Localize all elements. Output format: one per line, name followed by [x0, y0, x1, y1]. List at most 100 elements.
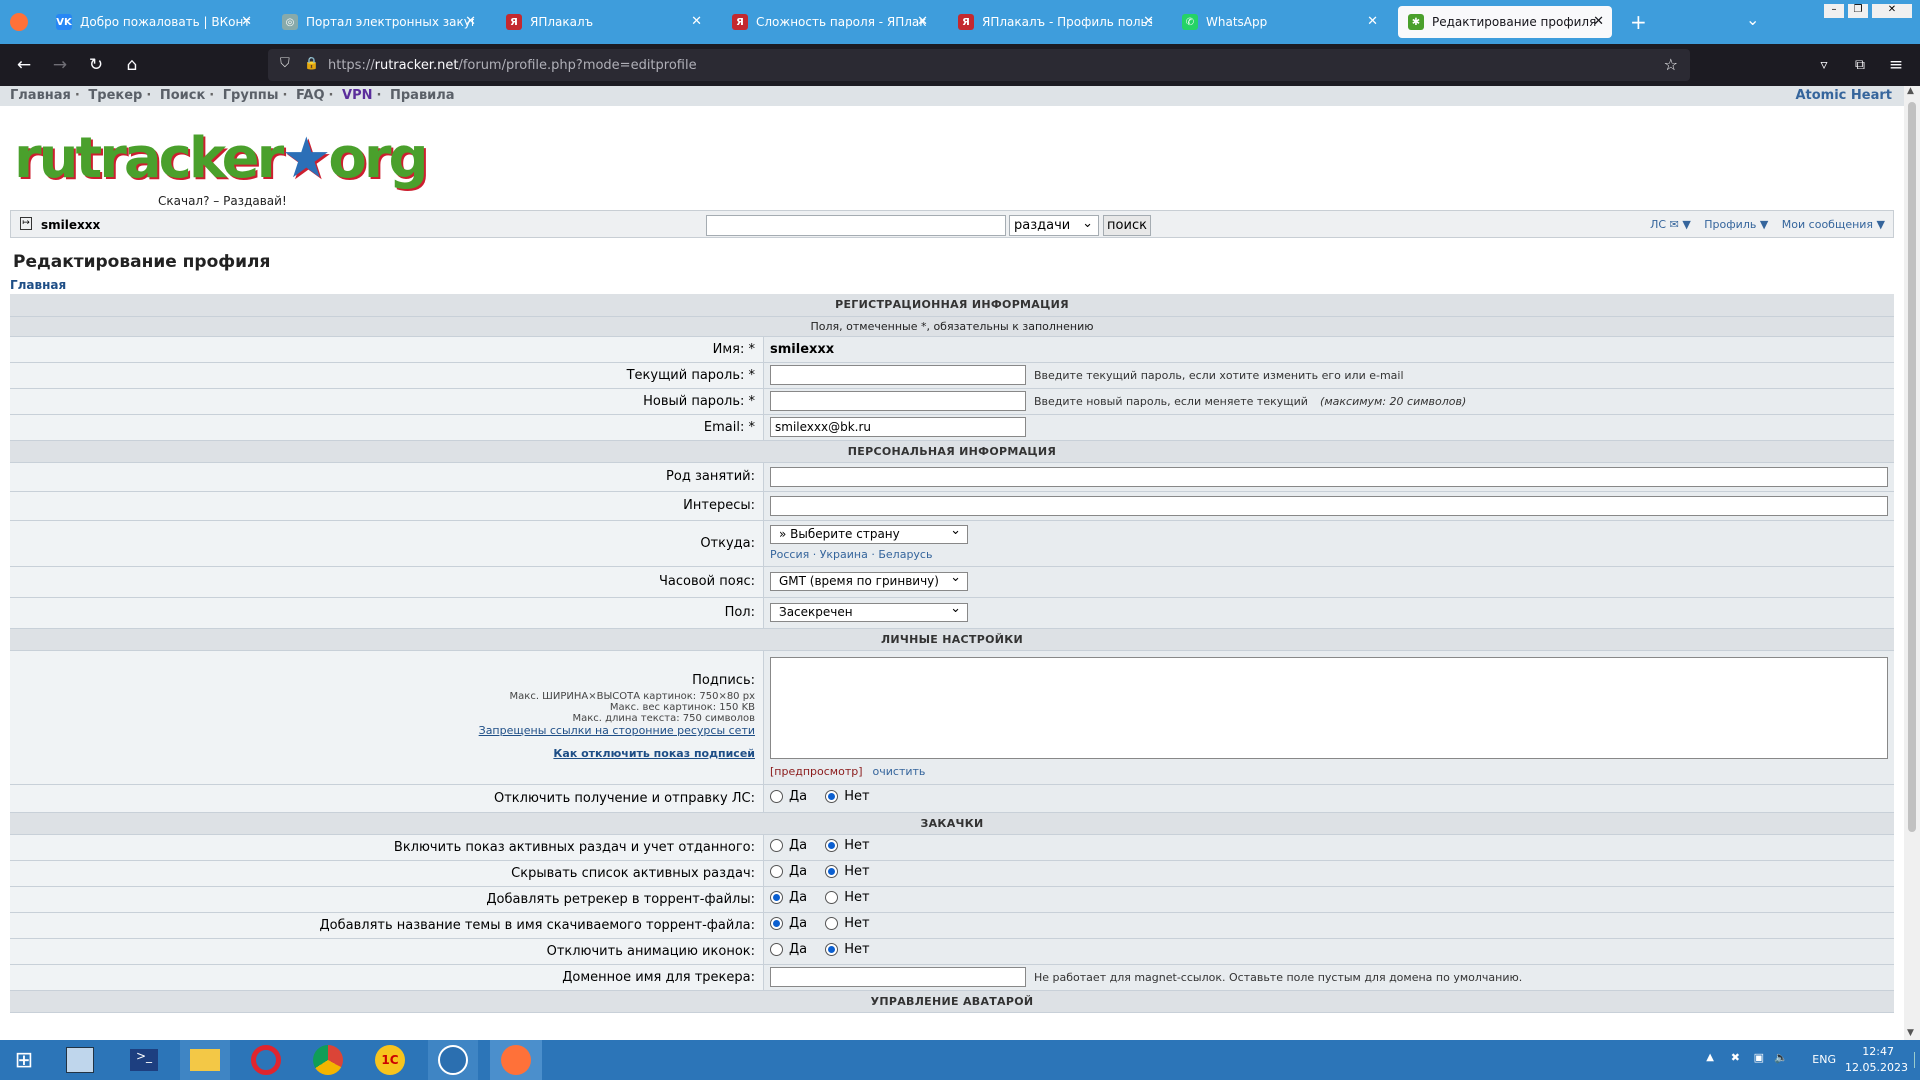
menu-vpn[interactable]: VPN [342, 88, 372, 103]
add-retracker-yes[interactable]: Да [770, 890, 807, 905]
scrollbar-thumb[interactable] [1908, 102, 1916, 832]
tray-app-icon[interactable]: ▣ [1754, 1051, 1764, 1064]
active-releases-no[interactable]: Нет [825, 838, 870, 853]
windows-start-icon[interactable]: ⊞ [0, 1040, 48, 1080]
radio-button[interactable] [825, 839, 839, 852]
pocket-icon[interactable]: ▿ [1812, 53, 1836, 77]
tab-yaplakal[interactable]: Я ЯПлакалъ ✕ [496, 6, 710, 38]
interests-field[interactable] [770, 495, 1888, 516]
tab-vk[interactable]: VKДобро пожаловать | ВКонтакт✕ [46, 6, 260, 38]
reload-icon[interactable]: ↻ [84, 53, 108, 77]
signature-clear-link[interactable]: очистить [873, 765, 926, 778]
occupation-field[interactable] [770, 466, 1888, 487]
close-icon[interactable]: ✕ [1367, 14, 1378, 29]
pm-menu-link[interactable]: ЛС ✉ ▼ [1650, 218, 1691, 231]
file-explorer-icon[interactable] [180, 1040, 230, 1080]
network-off-icon[interactable]: ✖ [1731, 1051, 1740, 1064]
menu-main[interactable]: Главная [10, 88, 71, 103]
profile-menu-link[interactable]: Профиль ▼ [1704, 218, 1768, 231]
topic-name-yes[interactable]: Да [770, 916, 807, 931]
active-releases-yes[interactable]: Да [770, 838, 807, 853]
tab-edit-profile[interactable]: ✱ Редактирование профиля ✕ [1398, 6, 1612, 38]
tab-whatsapp[interactable]: ✆ WhatsApp ✕ [1172, 6, 1386, 38]
site-logo[interactable]: rutracker★org Скачал? – Раздавай! [0, 106, 1904, 208]
gender-select[interactable]: Засекречен [770, 601, 968, 622]
messenger-icon[interactable] [428, 1040, 478, 1080]
close-icon[interactable]: ✕ [917, 14, 928, 29]
signature-rules-link[interactable]: Запрещены ссылки на сторонние ресурсы се… [16, 724, 755, 737]
hide-active-yes[interactable]: Да [770, 864, 807, 879]
radio-button[interactable] [770, 917, 783, 930]
menu-groups[interactable]: Группы [223, 88, 279, 103]
scroll-up-arrow-icon[interactable]: ▲ [1907, 86, 1914, 96]
opera-icon[interactable] [242, 1040, 290, 1080]
atomic-heart-link[interactable]: Atomic Heart [1795, 88, 1892, 103]
close-icon[interactable]: ✕ [241, 14, 252, 29]
search-input[interactable] [706, 215, 1006, 236]
home-icon[interactable]: ⌂ [120, 53, 144, 77]
disable-animation-yes[interactable]: Да [770, 942, 807, 957]
bookmark-star-icon[interactable]: ☆ [1664, 55, 1678, 74]
search-scope-select[interactable]: раздачи [1009, 214, 1099, 236]
extensions-icon[interactable]: ⧉ [1848, 53, 1872, 77]
forward-arrow-icon[interactable]: → [48, 53, 72, 77]
radio-button[interactable] [770, 865, 783, 878]
hamburger-menu-icon[interactable]: ≡ [1884, 53, 1908, 77]
search-button[interactable]: поиск [1103, 215, 1151, 236]
firefox-menu-icon[interactable] [10, 13, 28, 31]
email-field[interactable]: smilexxx@bk.ru [770, 417, 1026, 437]
add-retracker-no[interactable]: Нет [825, 890, 870, 905]
radio-button[interactable] [770, 891, 783, 904]
volume-muted-icon[interactable]: 🔈 [1774, 1051, 1788, 1064]
disable-pm-no[interactable]: Нет [825, 789, 870, 804]
restore-icon[interactable]: ❐ [1848, 4, 1868, 18]
radio-button[interactable] [770, 790, 783, 803]
tab-zakupki[interactable]: ◎Портал электронных закупок✕ [272, 6, 484, 38]
close-icon[interactable]: ✕ [465, 14, 476, 29]
chrome-icon[interactable] [304, 1040, 352, 1080]
firefox-taskbar-icon[interactable] [490, 1040, 542, 1080]
radio-button[interactable] [825, 790, 839, 803]
close-icon[interactable]: ✕ [1143, 14, 1154, 29]
window-close-icon[interactable]: ✕ [1872, 4, 1912, 18]
clock-time[interactable]: 12:47 [1862, 1045, 1894, 1058]
radio-button[interactable] [770, 943, 783, 956]
menu-faq[interactable]: FAQ [296, 88, 325, 103]
logout-icon[interactable]: ↦ [20, 217, 32, 230]
radio-button[interactable] [825, 917, 839, 930]
breadcrumb[interactable]: Главная [10, 278, 1904, 292]
country-select[interactable]: » Выберите страну [770, 523, 968, 544]
disable-animation-no[interactable]: Нет [825, 942, 870, 957]
topic-name-no[interactable]: Нет [825, 916, 870, 931]
tab-yaplakal-profile[interactable]: Я ЯПлакалъ - Профиль пользов ✕ [948, 6, 1162, 38]
tray-chevron-icon[interactable]: ▲ [1706, 1052, 1714, 1063]
minimize-icon[interactable]: – [1824, 4, 1844, 18]
scroll-down-arrow-icon[interactable]: ▼ [1907, 1028, 1914, 1038]
menu-search[interactable]: Поиск [160, 88, 205, 103]
page-scrollbar[interactable]: ▲ ▼ [1904, 86, 1920, 1040]
new-tab-plus-icon[interactable]: + [1630, 10, 1647, 34]
back-arrow-icon[interactable]: ← [12, 53, 36, 77]
hide-active-no[interactable]: Нет [825, 864, 870, 879]
tab-list-chevron-icon[interactable]: ⌄ [1746, 10, 1759, 29]
1c-icon[interactable]: 1С [366, 1040, 414, 1080]
my-messages-link[interactable]: Мои сообщения ▼ [1782, 218, 1885, 231]
signature-textarea[interactable] [770, 656, 1888, 759]
current-password-field[interactable] [770, 365, 1026, 385]
close-icon[interactable]: ✕ [691, 14, 702, 29]
clock-date[interactable]: 12.05.2023 [1845, 1061, 1908, 1074]
radio-button[interactable] [825, 865, 839, 878]
notifications-icon[interactable] [1914, 1052, 1920, 1068]
tab-password[interactable]: ЯСложность пароля - ЯПлакалъ✕ [722, 6, 936, 38]
radio-button[interactable] [825, 891, 839, 904]
url-bar[interactable]: ⛉ 🔒 https://rutracker.net/forum/profile.… [268, 49, 1690, 81]
signature-preview-link[interactable]: [предпросмотр] [770, 765, 863, 778]
powershell-icon[interactable]: >_ [120, 1040, 168, 1080]
timezone-select[interactable]: GMT (время по гринвичу) [770, 570, 968, 591]
disable-signatures-link[interactable]: Как отключить показ подписей [553, 747, 755, 760]
country-quick-links[interactable]: Россия · Украина · Беларусь [770, 548, 1888, 561]
close-icon[interactable]: ✕ [1593, 14, 1604, 29]
username-link[interactable]: smilexxx [41, 218, 100, 232]
language-indicator[interactable]: ENG [1812, 1053, 1836, 1066]
network-app-icon[interactable] [56, 1040, 104, 1080]
